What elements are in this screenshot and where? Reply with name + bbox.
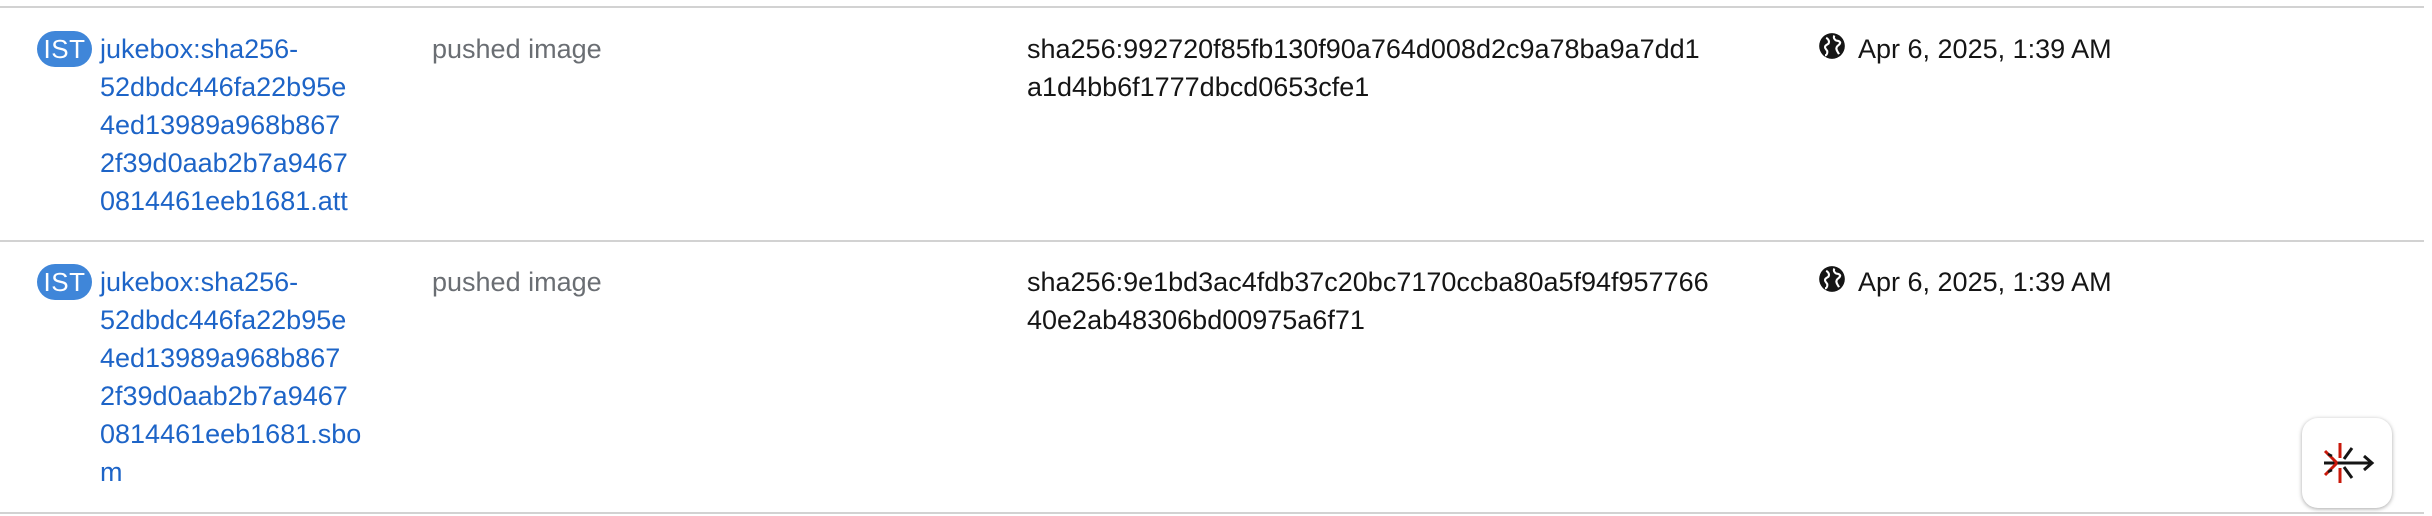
globe-icon: [1819, 266, 1845, 292]
image-digest: sha256:992720f85fb130f90a764d008d2c9a78b…: [1027, 34, 1700, 102]
quick-start-button[interactable]: [2302, 418, 2392, 508]
imagestreamtag-badge: IST: [37, 264, 92, 300]
tag-name-link[interactable]: jukebox:sha256- 52dbdc446fa22b95e 4ed139…: [100, 30, 380, 220]
image-digest: sha256:9e1bd3ac4fdb37c20bc7170ccba80a5f9…: [1027, 267, 1709, 335]
action-text: pushed image: [432, 34, 602, 64]
table-row: IST jukebox:sha256- 52dbdc446fa22b95e 4e…: [0, 8, 2424, 240]
timestamp: Apr 6, 2025, 1:39 AM: [1858, 267, 2112, 297]
tag-name-link[interactable]: jukebox:sha256- 52dbdc446fa22b95e 4ed139…: [100, 263, 380, 491]
globe-icon: [1819, 33, 1845, 59]
table-row: IST jukebox:sha256- 52dbdc446fa22b95e 4e…: [0, 242, 2424, 512]
imagestreamtag-badge: IST: [37, 31, 92, 67]
activity-table: IST jukebox:sha256- 52dbdc446fa22b95e 4e…: [0, 0, 2432, 516]
row-divider: [0, 512, 2424, 514]
action-text: pushed image: [432, 267, 602, 297]
timestamp: Apr 6, 2025, 1:39 AM: [1858, 34, 2112, 64]
quick-start-icon: [2323, 443, 2375, 483]
